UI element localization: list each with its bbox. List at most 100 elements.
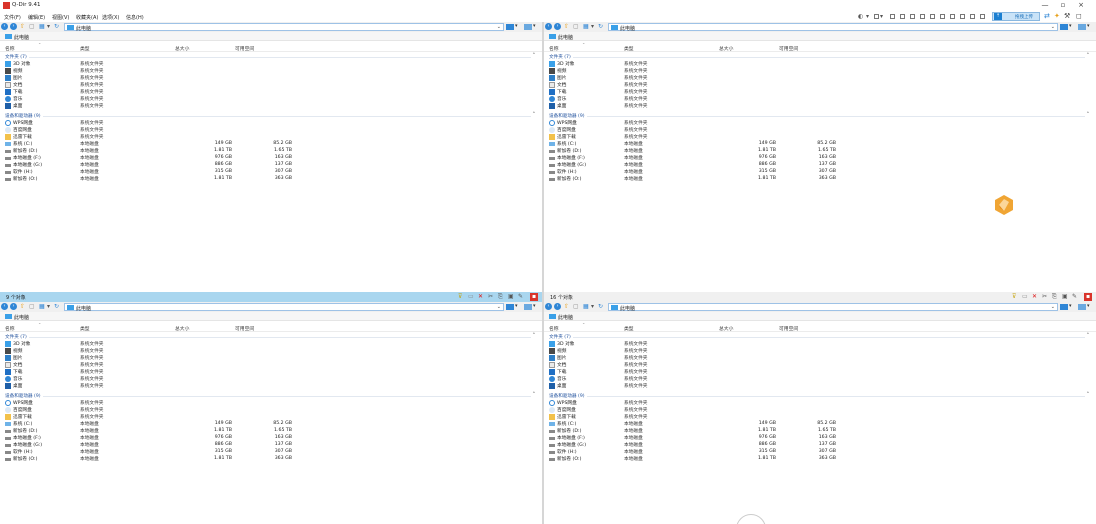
column-type[interactable]: 类型 xyxy=(80,325,90,332)
chevron-down-icon[interactable]: ⌄ xyxy=(497,24,501,30)
column-type[interactable]: 类型 xyxy=(624,45,634,52)
breadcrumb[interactable]: 此电脑 xyxy=(544,32,1096,41)
minimize-button[interactable]: — xyxy=(1040,1,1050,9)
layout-10-icon[interactable] xyxy=(970,14,975,19)
chevron-down-icon[interactable]: ▾ xyxy=(866,13,869,20)
layout-4-icon[interactable] xyxy=(910,14,915,19)
menu-edit[interactable]: 编辑(E) xyxy=(28,14,45,21)
copy-icon[interactable]: ⎘ xyxy=(1052,293,1057,301)
back-arrow-icon[interactable]: ‹ xyxy=(545,303,552,310)
up-folder-icon[interactable]: ⇧ xyxy=(564,23,569,31)
list-item[interactable]: 新加卷 (O:) 本地磁盘 1.81 TB 363 GB xyxy=(0,455,542,463)
breadcrumb[interactable]: 此电脑 xyxy=(0,32,542,41)
collapse-icon[interactable]: ⌃ xyxy=(532,333,536,338)
list-item[interactable]: 新加卷 (O:) 本地磁盘 1.81 TB 363 GB xyxy=(544,455,1096,463)
window-icon[interactable]: ▭ xyxy=(1022,293,1028,301)
layout-3-icon[interactable] xyxy=(900,14,905,19)
collapse-icon[interactable]: ⌃ xyxy=(1086,112,1090,117)
close-pane-icon[interactable]: ▪ xyxy=(1084,293,1092,301)
chevron-down-icon[interactable]: ▾ xyxy=(47,23,50,31)
close-pane-icon[interactable]: ▪ xyxy=(530,293,538,301)
list-item[interactable]: 桌面 系统文件夹 xyxy=(544,102,1096,110)
column-name[interactable]: 名称 xyxy=(549,325,559,332)
copy-icon[interactable]: ⎘ xyxy=(498,293,503,301)
new-folder-icon[interactable]: ▢ xyxy=(573,23,579,31)
delete-icon[interactable]: ✕ xyxy=(478,293,483,301)
collapse-icon[interactable]: ⌃ xyxy=(1086,392,1090,397)
new-folder-icon[interactable]: ▢ xyxy=(29,23,35,31)
column-type[interactable]: 类型 xyxy=(80,45,90,52)
column-total-size[interactable]: 总大小 xyxy=(719,45,733,52)
chevron-down-icon[interactable]: ⌄ xyxy=(1051,304,1055,310)
column-total-size[interactable]: 总大小 xyxy=(175,325,189,332)
chevron-down-icon[interactable]: ▾ xyxy=(591,303,594,311)
back-arrow-icon[interactable]: ‹ xyxy=(1,23,8,30)
new-folder-icon[interactable]: ▢ xyxy=(573,303,579,311)
column-free-space[interactable]: 可用空间 xyxy=(779,45,798,52)
close-button[interactable]: × xyxy=(1076,1,1086,9)
list-item[interactable]: 桌面 系统文件夹 xyxy=(0,102,542,110)
pin-icon[interactable]: ✦ xyxy=(1054,12,1060,20)
edit-icon[interactable]: ✎ xyxy=(1072,293,1077,301)
column-name[interactable]: 名称 xyxy=(5,45,15,52)
menu-info[interactable]: 信息(H) xyxy=(126,14,144,21)
address-bar[interactable]: 此电脑 ⌄ xyxy=(64,23,504,32)
breadcrumb-item[interactable]: 此电脑 xyxy=(558,314,573,321)
paste-icon[interactable]: ▣ xyxy=(508,293,514,301)
layout-options-button[interactable]: ▾ xyxy=(524,23,538,31)
breadcrumb[interactable]: 此电脑 xyxy=(0,312,542,321)
forward-arrow-icon[interactable]: › xyxy=(554,303,561,310)
menu-view[interactable]: 视图(V) xyxy=(52,14,69,21)
layout-5-icon[interactable] xyxy=(920,14,925,19)
layout-options-button[interactable]: ▾ xyxy=(1078,23,1092,31)
layout-6-icon[interactable] xyxy=(930,14,935,19)
chevron-down-icon[interactable]: ⌄ xyxy=(1051,24,1055,30)
delete-icon[interactable]: ✕ xyxy=(1032,293,1037,301)
layout-11-icon[interactable] xyxy=(980,14,985,19)
column-name[interactable]: 名称 xyxy=(549,45,559,52)
up-folder-icon[interactable]: ⇧ xyxy=(20,23,25,31)
breadcrumb-item[interactable]: 此电脑 xyxy=(558,34,573,41)
view-options-button[interactable]: ▾ xyxy=(1060,303,1074,311)
address-bar[interactable]: 此电脑 ⌄ xyxy=(64,303,504,312)
address-bar[interactable]: 此电脑 ⌄ xyxy=(608,23,1058,32)
breadcrumb-item[interactable]: 此电脑 xyxy=(14,34,29,41)
refresh-icon[interactable]: ↻ xyxy=(598,23,603,31)
menu-options[interactable]: 选项(X) xyxy=(102,14,119,21)
window-icon[interactable]: ◻ xyxy=(1076,12,1082,20)
view-mode-icon[interactable]: ▦ xyxy=(583,23,589,31)
chevron-down-icon[interactable]: ⌄ xyxy=(497,304,501,310)
layout-8-icon[interactable] xyxy=(950,14,955,19)
address-bar[interactable]: 此电脑 ⌄ xyxy=(608,303,1058,312)
layout-options-button[interactable]: ▾ xyxy=(524,303,538,311)
upload-drop-zone[interactable]: ⇡ 拖拽上传 xyxy=(992,12,1040,21)
refresh-icon[interactable]: ⇄ xyxy=(1044,12,1050,20)
window-icon[interactable]: ▭ xyxy=(468,293,474,301)
list-item[interactable]: 新加卷 (O:) 本地磁盘 1.81 TB 363 GB xyxy=(0,175,542,183)
up-folder-icon[interactable]: ⇧ xyxy=(564,303,569,311)
chevron-down-icon[interactable]: ▾ xyxy=(880,13,883,20)
column-free-space[interactable]: 可用空间 xyxy=(779,325,798,332)
column-total-size[interactable]: 总大小 xyxy=(175,45,189,52)
back-arrow-icon[interactable]: ‹ xyxy=(545,23,552,30)
cut-icon[interactable]: ✂ xyxy=(1042,293,1047,301)
back-arrow-icon[interactable]: ‹ xyxy=(1,303,8,310)
layout-7-icon[interactable] xyxy=(940,14,945,19)
new-folder-icon[interactable]: ▢ xyxy=(29,303,35,311)
paste-icon[interactable]: ▣ xyxy=(1062,293,1068,301)
column-name[interactable]: 名称 xyxy=(5,325,15,332)
maximize-button[interactable]: ▫ xyxy=(1058,1,1068,9)
collapse-icon[interactable]: ⌃ xyxy=(1086,333,1090,338)
layout-options-button[interactable]: ▾ xyxy=(1078,303,1092,311)
refresh-icon[interactable]: ↻ xyxy=(54,23,59,31)
view-options-button[interactable]: ▾ xyxy=(1060,23,1074,31)
column-type[interactable]: 类型 xyxy=(624,325,634,332)
collapse-icon[interactable]: ⌃ xyxy=(532,112,536,117)
layout-1-icon[interactable] xyxy=(874,14,879,19)
forward-arrow-icon[interactable]: › xyxy=(554,23,561,30)
refresh-icon[interactable]: ↻ xyxy=(598,303,603,311)
view-mode-icon[interactable]: ▦ xyxy=(39,303,45,311)
layout-9-icon[interactable] xyxy=(960,14,965,19)
view-options-button[interactable]: ▾ xyxy=(506,23,520,31)
filter-icon[interactable]: ⊽ xyxy=(1012,293,1016,301)
